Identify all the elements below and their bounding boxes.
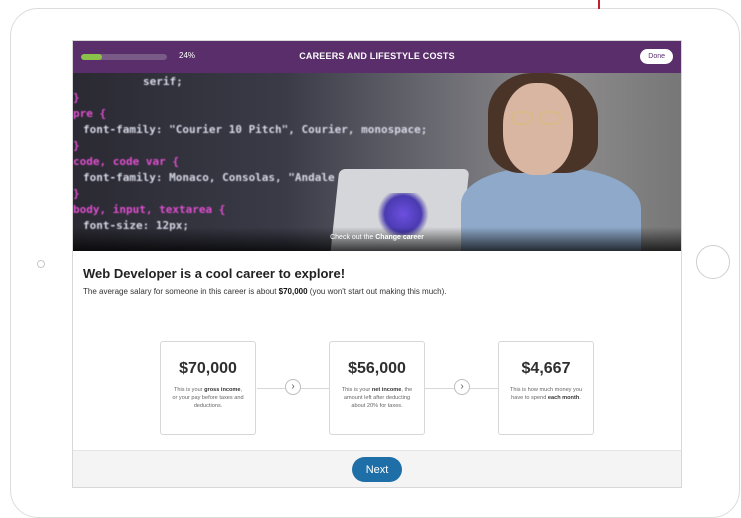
monthly-spending-card: $4,667 This is how much money you have t… (498, 341, 594, 435)
code-line: code, code var { (73, 155, 179, 168)
card-description: This is your net income, the amount left… (341, 387, 413, 410)
home-button[interactable] (696, 245, 730, 279)
income-flow: $70,000 This is your gross income, or yo… (73, 309, 681, 449)
salary-note-prefix: The average salary for someone in this c… (83, 287, 279, 296)
code-line: font-family: "Courier 10 Pitch", Courier… (83, 123, 428, 136)
footer-bar: Next (73, 450, 681, 487)
code-line: font-family: Monaco, Consolas, "Andale M… (83, 171, 375, 184)
top-bar: 24% CAREERS AND LIFESTYLE COSTS Done (73, 41, 681, 73)
front-camera-dot (37, 260, 45, 268)
change-career-link[interactable]: Change career (375, 234, 424, 241)
top-edge-marker (598, 0, 600, 9)
card-description: This is how much money you have to spend… (509, 387, 583, 402)
chevron-right-icon[interactable]: › (285, 379, 301, 395)
app-screen: 24% CAREERS AND LIFESTYLE COSTS Done ser… (72, 40, 682, 488)
code-line: serif; (143, 75, 183, 88)
caption-text: Check out the (330, 234, 376, 241)
person-face-image (503, 83, 573, 175)
code-line: } (73, 187, 80, 200)
career-headline: Web Developer is a cool career to explor… (83, 266, 346, 281)
card-amount: $70,000 (179, 360, 237, 377)
code-line: pre { (73, 107, 107, 120)
card-amount: $4,667 (521, 360, 571, 377)
done-button[interactable]: Done (640, 49, 673, 64)
salary-amount: $70,000 (278, 287, 308, 296)
glasses-image (509, 111, 565, 127)
code-line: } (73, 139, 80, 152)
salary-note-suffix: (you won't start out making this much). (307, 287, 447, 296)
gross-income-card: $70,000 This is your gross income, or yo… (160, 341, 256, 435)
hero-caption: Check out the Change career (73, 234, 681, 241)
code-line: } (73, 91, 80, 104)
net-income-card: $56,000 This is your net income, the amo… (329, 341, 425, 435)
card-description: This is your gross income, or your pay b… (172, 387, 244, 410)
page-title: CAREERS AND LIFESTYLE COSTS (299, 51, 455, 61)
next-button[interactable]: Next (352, 457, 402, 482)
career-summary: Web Developer is a cool career to explor… (73, 251, 681, 310)
salary-note: The average salary for someone in this c… (83, 287, 447, 296)
code-line: body, input, textarea { (73, 203, 226, 216)
chevron-right-icon[interactable]: › (454, 379, 470, 395)
hero-image: serif;} pre { font-family: "Courier 10 Pi… (73, 73, 681, 251)
card-amount: $56,000 (348, 360, 406, 377)
